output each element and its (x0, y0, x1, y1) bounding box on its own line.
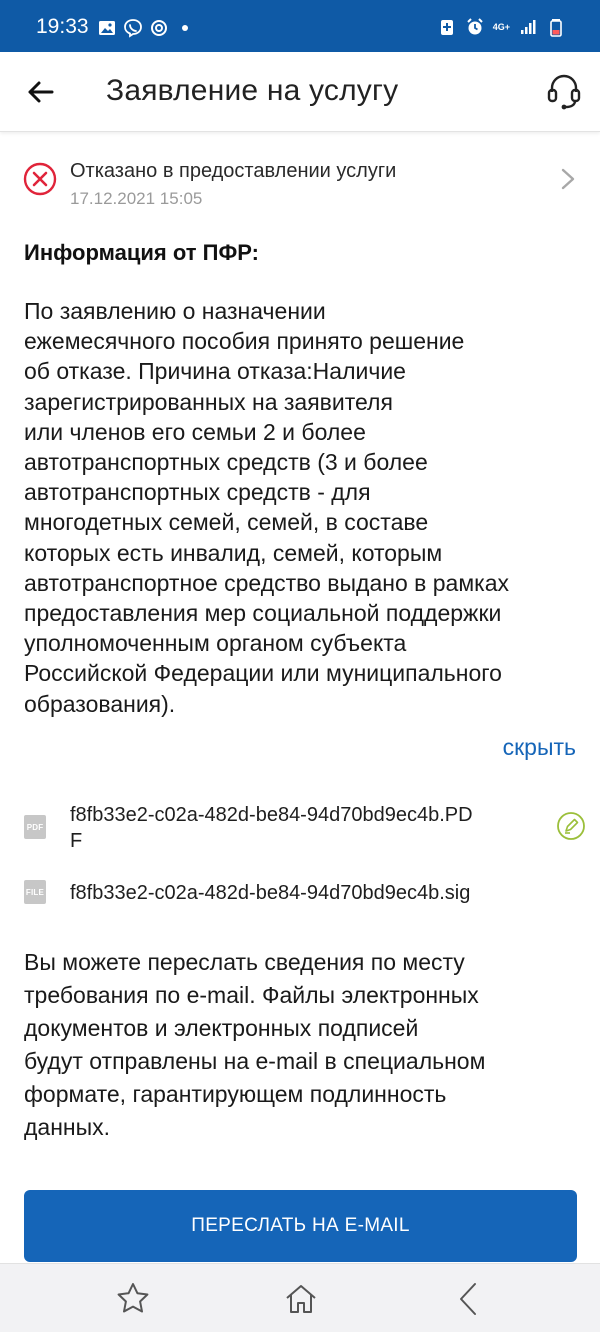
status-date: 17.12.2021 15:05 (70, 189, 203, 208)
battery-saver-icon (440, 20, 453, 35)
headset-icon (547, 74, 581, 110)
info-line: автотранспортных средств (3 и более (24, 449, 428, 476)
forward-line: будут отправлены на e-mail в специальном (24, 1048, 486, 1074)
hide-link[interactable]: скрыть (503, 734, 576, 761)
file-row-sig[interactable]: FILE f8fb33e2-c02a-482d-be84-94d70bd9ec4… (0, 878, 600, 910)
info-line: образования). (24, 690, 176, 717)
clock: 19:33 (36, 15, 89, 38)
system-icons: 4G+ (437, 17, 566, 37)
forward-line: данных. (24, 1114, 111, 1140)
file-name-line: F (70, 830, 83, 852)
signature-icon[interactable] (556, 811, 586, 841)
info-line: или членов его семьи 2 и более (24, 418, 366, 445)
forward-line: документов и электронных подписей (24, 1015, 419, 1041)
info-line: предоставления мер социальной поддержки (24, 600, 502, 627)
battery-icon (550, 19, 562, 37)
star-icon[interactable] (115, 1281, 151, 1317)
home-icon[interactable] (283, 1281, 319, 1317)
file-name: f8fb33e2-c02a-482d-be84-94d70bd9ec4b.PD … (70, 802, 473, 854)
back-chevron-icon[interactable] (451, 1281, 487, 1317)
notification-icons (97, 18, 195, 38)
sync-icon (151, 20, 167, 36)
back-button[interactable] (22, 74, 58, 110)
chevron-right-icon (561, 168, 575, 190)
page-title: Заявление на услугу (106, 74, 399, 107)
rejected-icon (23, 162, 57, 196)
info-line: многодетных семей, семей, в составе (24, 509, 429, 536)
forward-line: Вы можете переслать сведения по месту (24, 949, 465, 975)
pdf-file-icon: PDF (24, 815, 46, 839)
app-bar: Заявление на услугу (0, 52, 600, 132)
info-text: По заявлению о назначении ежемесячного п… (24, 296, 584, 719)
gallery-icon (99, 21, 115, 35)
info-line: По заявлению о назначении (24, 298, 326, 324)
info-line: автотранспортных средств - для (24, 479, 371, 506)
info-line: зарегистрированных на заявителя (24, 388, 393, 415)
arrow-left-icon (28, 81, 54, 103)
info-line: которых есть инвалид, семей, которым (24, 539, 443, 566)
info-line: уполномоченным органом субъекта (24, 630, 407, 657)
network-type: 4G+ (492, 22, 510, 32)
info-line: Российской Федерации или муниципального (24, 660, 502, 687)
alarm-icon (467, 18, 483, 35)
info-line: об отказе. Причина отказа:Наличие (24, 358, 406, 385)
file-row-pdf[interactable]: PDF f8fb33e2-c02a-482d-be84-94d70bd9ec4b… (0, 800, 600, 860)
forward-line: формате, гарантирующем подлинность (24, 1081, 447, 1107)
file-name: f8fb33e2-c02a-482d-be84-94d70bd9ec4b.sig (70, 882, 471, 904)
generic-file-icon: FILE (24, 880, 46, 904)
forward-email-button[interactable]: ПЕРЕСЛАТЬ НА E-MAIL (24, 1190, 577, 1262)
support-button[interactable] (544, 70, 584, 110)
forward-description: Вы можете переслать сведения по месту тр… (24, 946, 580, 1144)
viber-icon (124, 19, 142, 38)
system-status-bar: 19:33 4G+ (0, 0, 600, 52)
forward-line: требования по e-mail. Файлы электронных (24, 982, 479, 1008)
info-line: автотранспортное средство выдано в рамка… (24, 569, 510, 596)
file-name-line: f8fb33e2-c02a-482d-be84-94d70bd9ec4b.PD (70, 804, 473, 826)
service-status-row[interactable]: Отказано в предоставлении услуги 17.12.2… (0, 148, 600, 220)
dot-icon (182, 25, 188, 31)
signal-icon (521, 20, 536, 34)
info-line: ежемесячного пособия принято решение (24, 328, 465, 355)
status-text: Отказано в предоставлении услуги (70, 160, 397, 182)
system-navigation-bar (0, 1263, 600, 1332)
info-heading: Информация от ПФР: (24, 240, 259, 265)
